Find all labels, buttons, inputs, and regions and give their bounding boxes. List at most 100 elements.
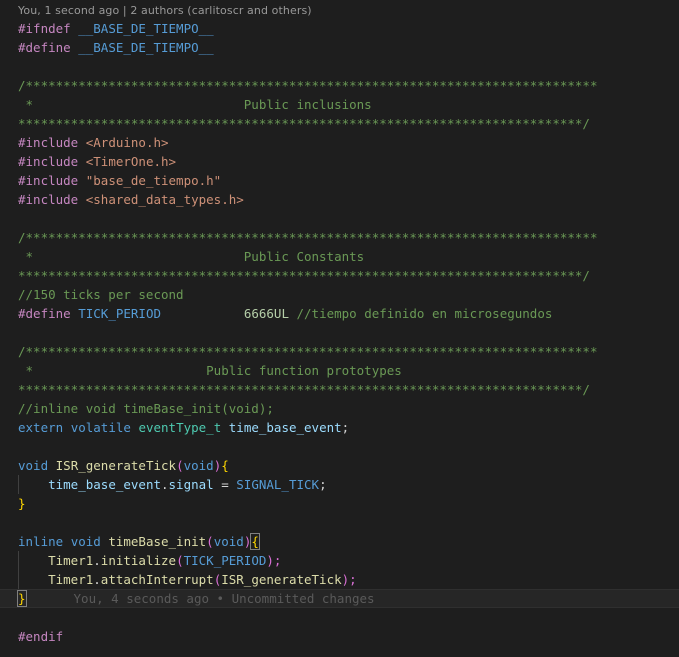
indent-guide — [18, 551, 19, 570]
code-line-5: * Public inclusions — [18, 97, 372, 112]
token: ( — [206, 534, 214, 549]
code-line-28: inline void timeBase_init(void){ — [0, 532, 679, 551]
code-line-13: * Public Constants — [18, 249, 365, 264]
code-line-7: #include <Arduino.h> — [0, 133, 679, 152]
token: . — [161, 477, 169, 492]
token: Timer1 — [48, 553, 94, 568]
token: timeBase_init — [108, 534, 207, 549]
token: <shared_data_types.h> — [85, 192, 244, 207]
token: } — [18, 496, 26, 511]
token: #include — [18, 173, 79, 188]
token: ); — [341, 572, 357, 587]
indent-guide — [18, 475, 19, 494]
token: ( — [176, 458, 184, 473]
token: #endif — [18, 629, 64, 644]
token: TICK_PERIOD — [183, 553, 267, 568]
token: eventType_t — [138, 420, 222, 435]
code-line-15: //150 ticks per second — [18, 287, 184, 302]
token: TICK_PERIOD — [78, 306, 162, 321]
code-line-6: ****************************************… — [18, 116, 590, 131]
code-line-10: #include <shared_data_types.h> — [0, 190, 679, 209]
code-line-30: Timer1.attachInterrupt(ISR_generateTick)… — [0, 570, 679, 589]
token: #include — [18, 135, 79, 150]
token: { — [250, 533, 260, 550]
token: Timer1 — [48, 572, 94, 587]
token: ( — [176, 553, 184, 568]
token: = — [213, 477, 237, 492]
token: ; — [319, 477, 327, 492]
code-line-4: /***************************************… — [18, 78, 598, 93]
code-line-2: #define __BASE_DE_TIEMPO__ — [0, 38, 679, 57]
token: time_base_event — [48, 477, 161, 492]
git-blame-codelens[interactable]: You, 1 second ago | 2 authors (carlitosc… — [18, 4, 312, 17]
inline-blame-annotation[interactable]: You, 4 seconds ago • Uncommitted changes — [26, 591, 375, 606]
code-line-33: #endif — [0, 627, 679, 646]
token: #define — [18, 306, 71, 321]
code-line-12: /***************************************… — [18, 230, 598, 245]
code-line-26: } — [0, 494, 679, 513]
token: { — [221, 458, 229, 473]
token: . — [93, 553, 101, 568]
token: #ifndef — [18, 21, 71, 36]
code-line-16: #define TICK_PERIOD 6666UL //tiempo defi… — [0, 304, 679, 323]
token: <TimerOne.h> — [85, 154, 177, 169]
code-line-29: Timer1.initialize(TICK_PERIOD); — [0, 551, 679, 570]
code-line-19: * Public function prototypes — [18, 363, 402, 378]
token: <Arduino.h> — [85, 135, 169, 150]
token: ISR_generateTick — [55, 458, 177, 473]
token: ); — [266, 553, 282, 568]
token: . — [93, 572, 101, 587]
token: SIGNAL_TICK — [236, 477, 320, 492]
token: void — [213, 534, 244, 549]
token: void — [183, 458, 214, 473]
token: //tiempo definido en microsegundos — [296, 306, 553, 321]
token: __BASE_DE_TIEMPO__ — [78, 21, 214, 36]
token: signal — [168, 477, 214, 492]
code-line-18: /***************************************… — [18, 344, 598, 359]
token: __BASE_DE_TIEMPO__ — [78, 40, 214, 55]
token: ; — [341, 420, 350, 435]
token: } — [17, 590, 27, 607]
code-line-22: extern volatile eventType_t time_base_ev… — [0, 418, 679, 437]
code-editor[interactable]: #ifndef __BASE_DE_TIEMPO__ #define __BAS… — [0, 19, 679, 646]
code-line-1: #ifndef __BASE_DE_TIEMPO__ — [0, 19, 679, 38]
code-line-14: ****************************************… — [18, 268, 590, 283]
code-line-8: #include <TimerOne.h> — [0, 152, 679, 171]
token: #include — [18, 192, 79, 207]
indent-guide — [18, 570, 19, 589]
token: volatile — [70, 420, 131, 435]
code-line-20: ****************************************… — [18, 382, 590, 397]
token: inline — [18, 534, 64, 549]
token: "base_de_tiempo.h" — [85, 173, 222, 188]
token: void — [70, 534, 101, 549]
token: #define — [18, 40, 71, 55]
token: void — [18, 458, 49, 473]
code-line-21: //inline void timeBase_init(void); — [18, 401, 274, 416]
token: 6666UL — [243, 306, 289, 321]
token: initialize — [100, 553, 177, 568]
token: extern — [18, 420, 64, 435]
token: time_base_event — [228, 420, 342, 435]
code-line-25: time_base_event.signal = SIGNAL_TICK; — [0, 475, 679, 494]
code-line-24: void ISR_generateTick(void){ — [0, 456, 679, 475]
token: ISR_generateTick — [221, 572, 342, 587]
code-line-31[interactable]: } You, 4 seconds ago • Uncommitted change… — [0, 589, 679, 608]
